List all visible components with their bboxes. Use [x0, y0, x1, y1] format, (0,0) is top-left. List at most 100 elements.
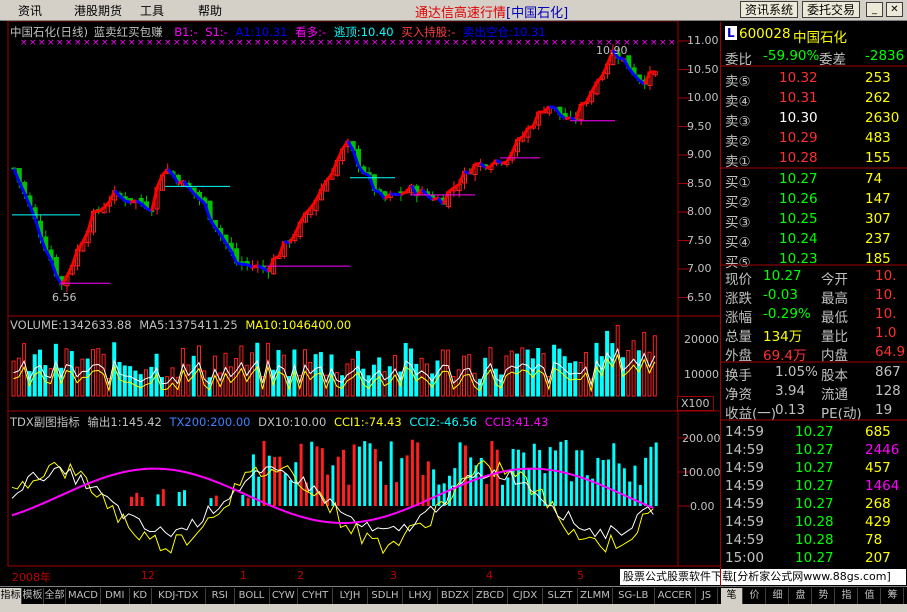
- indicator-dx10: DX10:10.00: [258, 415, 327, 429]
- indicator-output1: 输出1:145.42: [87, 415, 162, 429]
- price-tick: 9.00: [687, 148, 712, 161]
- s1-value: S1:-: [205, 25, 228, 39]
- quote-tab[interactable]: 笔: [721, 588, 743, 604]
- volume-ma5: MA5:1375411.25: [139, 318, 238, 332]
- price-tick: 11.00: [687, 34, 719, 47]
- candlestick-series: [11, 44, 658, 293]
- date-label-4: 4: [486, 569, 493, 582]
- indicator-tab[interactable]: SG-LB: [613, 588, 655, 604]
- ind-tick-100: 100.00: [682, 466, 721, 479]
- minimize-icon[interactable]: _: [866, 2, 883, 17]
- date-label-2008: 2008年: [12, 571, 51, 584]
- vol-tick-10000: 10000: [684, 368, 719, 381]
- indicator-tab[interactable]: BDZX: [438, 588, 473, 604]
- menu-info[interactable]: 资讯: [18, 2, 42, 19]
- quote-tab[interactable]: 值: [859, 588, 881, 604]
- date-label-1: 1: [240, 569, 247, 582]
- menu-futures[interactable]: 港股期货: [74, 2, 122, 19]
- indicator-name: 蓝卖红买包赚: [93, 25, 163, 39]
- svg-text:×: ×: [560, 38, 568, 48]
- kline-chart[interactable]: × × × × × × × × × × × × × × × × × × × × × × × × × × × × × × × × × × × × × × × ×…: [0, 21, 720, 586]
- indicator-tab[interactable]: DMI: [101, 588, 130, 604]
- indicator-tabs: 指标 模板 全部 MACD DMI KD KDJ-TDX RSI BOLL CYW CYHT LYJH…: [0, 586, 907, 605]
- quote-tab[interactable]: 指: [836, 588, 858, 604]
- trade-button[interactable]: 委托交易: [802, 1, 860, 18]
- kanduo-value: 看多:-: [295, 25, 327, 39]
- svg-text:×: ×: [668, 38, 676, 48]
- price-tick: 7.50: [687, 233, 712, 247]
- svg-text:×: ×: [659, 38, 667, 48]
- volume-series: [11, 324, 657, 397]
- indicator-tab[interactable]: KD: [130, 588, 152, 604]
- indicator-tab[interactable]: KDJ-TDX: [152, 588, 206, 604]
- quote-tab[interactable]: 价: [744, 588, 766, 604]
- date-label-12: 12: [141, 569, 155, 582]
- indicator-tx200: TX200:200.00: [169, 415, 251, 429]
- quote-tab[interactable]: 势: [813, 588, 835, 604]
- sell-empty-value: 卖出空仓:10.31: [462, 25, 546, 39]
- indicator-series: [11, 437, 690, 555]
- status-bar: [0, 604, 907, 612]
- menu-tools[interactable]: 工具: [140, 2, 164, 19]
- price-tick: 9.50: [687, 119, 712, 133]
- svg-text:×: ×: [551, 38, 559, 48]
- indicator-tab[interactable]: SDLH: [368, 588, 403, 604]
- price-tick: 7.00: [687, 262, 712, 275]
- price-tick: 10.00: [687, 91, 719, 104]
- indicator-cci2: CCI2:-46.56: [409, 415, 478, 429]
- indicator-cci1: CCI1:-74.43: [333, 415, 402, 429]
- volume-ma10: MA10:1046400.00: [245, 318, 352, 332]
- high-price-label: 10.90: [596, 44, 628, 57]
- indicator-tab[interactable]: BOLL: [235, 588, 270, 604]
- price-tick: 10.50: [687, 62, 719, 76]
- indicator-title: TDX副图指标: [10, 415, 80, 429]
- indicator-tab[interactable]: ZBCD: [473, 588, 508, 604]
- svg-text:×: ×: [587, 38, 595, 48]
- buy-hold-value: 买入持股:-: [401, 25, 456, 39]
- indicator-tab[interactable]: JS: [696, 588, 718, 604]
- volume-header: VOLUME:1342633.88 MA5:1375411.25 MA10:10…: [10, 318, 351, 332]
- volume-value: VOLUME:1342633.88: [10, 318, 132, 332]
- indicator-tab[interactable]: 全部: [44, 588, 66, 604]
- indicator-cci3: CCI3:41.43: [484, 415, 549, 429]
- volume-unit-label: X100: [677, 396, 714, 411]
- svg-text:×: ×: [569, 38, 577, 48]
- close-icon[interactable]: ✕: [886, 2, 903, 17]
- vol-tick-20000: 20000: [684, 333, 719, 346]
- indicator-tab[interactable]: CJDX: [508, 588, 543, 604]
- svg-text:×: ×: [578, 38, 586, 48]
- quote-tab[interactable]: 细: [767, 588, 789, 604]
- ind-tick-0: 0.00: [690, 500, 715, 513]
- date-label-3: 3: [390, 569, 397, 582]
- ind-tick-200: 200.00: [682, 432, 721, 445]
- date-label-2: 2: [297, 569, 304, 582]
- app-title: 通达信高速行情[中国石化]: [415, 6, 569, 21]
- taodun-value: 逃顶:10.40: [333, 25, 394, 39]
- indicator-tab[interactable]: LYJH: [333, 588, 368, 604]
- svg-text:×: ×: [650, 38, 658, 48]
- a1-value: A1:10.31: [235, 25, 288, 39]
- price-tick: 8.00: [687, 205, 712, 218]
- indicator-tab[interactable]: ZLMM: [578, 588, 613, 604]
- date-label-5: 5: [577, 569, 584, 582]
- quote-tab[interactable]: 筹: [882, 588, 904, 604]
- price-grid: [678, 40, 690, 298]
- indicator-tab[interactable]: MACD: [66, 588, 101, 604]
- svg-text:×: ×: [632, 38, 640, 48]
- stock-period-label: 中国石化(日线): [10, 25, 88, 39]
- info-system-button[interactable]: 资讯系统: [740, 1, 798, 18]
- quote-tab[interactable]: 盘: [790, 588, 812, 604]
- svg-text:×: ×: [641, 38, 649, 48]
- menu-help[interactable]: 帮助: [198, 2, 222, 19]
- low-price-label: 6.56: [52, 291, 77, 304]
- indicator-tab[interactable]: LHXJ: [403, 588, 438, 604]
- chart-header: 中国石化(日线) 蓝卖红买包赚 B1:- S1:- A1:10.31 看多:- …: [10, 24, 546, 40]
- indicator-tab[interactable]: 模板: [22, 588, 44, 604]
- indicator-tab[interactable]: SLZT: [543, 588, 578, 604]
- indicator-tab[interactable]: CYW: [270, 588, 298, 604]
- indicator-tab[interactable]: 指标: [0, 588, 22, 604]
- indicator-tab[interactable]: ACCER: [655, 588, 696, 604]
- quote-panel-lines: [721, 65, 907, 421]
- indicator-tab[interactable]: CYHT: [298, 588, 333, 604]
- indicator-tab[interactable]: RSI: [206, 588, 235, 604]
